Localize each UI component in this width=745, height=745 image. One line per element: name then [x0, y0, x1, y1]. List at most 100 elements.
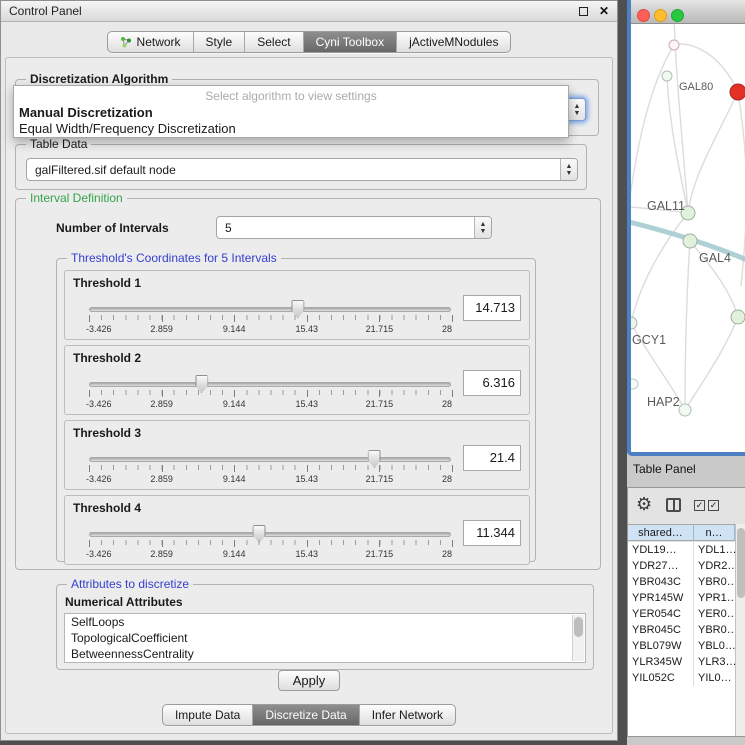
- bottom-tab-group: Impute Data Discretize Data Infer Networ…: [162, 704, 456, 726]
- maximize-traffic-light-icon[interactable]: [671, 9, 684, 22]
- tick-label: 28: [442, 399, 452, 409]
- major-tick: [234, 540, 235, 547]
- network-node-selected-red[interactable]: [730, 84, 745, 100]
- number-of-intervals-spinner[interactable]: 5 ▲▼: [216, 216, 492, 239]
- threshold-1-box: Threshold 1 -3.4262.8599.14415.4321.7152…: [64, 270, 530, 340]
- major-tick: [452, 540, 453, 547]
- table-cell: YLR3…: [694, 654, 735, 670]
- tab-infer-network[interactable]: Infer Network: [359, 705, 455, 725]
- table-row[interactable]: YDR27…YDR2…: [628, 558, 735, 574]
- close-traffic-light-icon[interactable]: [637, 9, 650, 22]
- tab-label: Network: [137, 35, 181, 49]
- network-node[interactable]: [683, 234, 697, 248]
- slider-track[interactable]: [89, 457, 451, 462]
- thresholds-group: Threshold's Coordinates for 5 Intervals …: [56, 258, 536, 562]
- threshold-slider[interactable]: -3.4262.8599.14415.4321.71528: [87, 457, 453, 485]
- slider-tick-labels: -3.4262.8599.14415.4321.71528: [89, 549, 452, 560]
- slider-track[interactable]: [89, 307, 451, 312]
- group-label: Table Data: [26, 137, 91, 151]
- network-graph[interactable]: GAL80 GAL11 GAL4 GCY1 HAP2: [631, 24, 745, 448]
- network-node[interactable]: [669, 40, 679, 50]
- network-node[interactable]: [679, 404, 691, 416]
- dropdown-item-manual-discretization[interactable]: Manual Discretization: [14, 105, 568, 121]
- major-tick: [379, 465, 380, 472]
- apply-button[interactable]: Apply: [278, 670, 341, 691]
- table-scrollbar[interactable]: [735, 524, 745, 736]
- network-window-titlebar[interactable]: [631, 0, 745, 24]
- threshold-value-field[interactable]: 11.344: [463, 520, 521, 546]
- scrollbar-thumb[interactable]: [574, 617, 583, 637]
- major-tick: [379, 390, 380, 397]
- table-row[interactable]: YDL19…YDL1…: [628, 542, 735, 558]
- threshold-value-field[interactable]: 14.713: [463, 295, 521, 321]
- close-icon[interactable]: ✕: [599, 6, 609, 16]
- tab-select[interactable]: Select: [244, 32, 302, 52]
- columns-icon[interactable]: [666, 498, 681, 512]
- combobox-stepper-icon[interactable]: ▲▼: [560, 159, 577, 180]
- control-panel-window: Control Panel ✕ Network Style Select Cyn…: [0, 0, 618, 741]
- major-tick: [307, 315, 308, 322]
- checkbox-icon[interactable]: ✓: [694, 500, 705, 511]
- table-row[interactable]: YLR345WYLR3…: [628, 654, 735, 670]
- scrollbar-thumb[interactable]: [737, 528, 745, 598]
- minimize-traffic-light-icon[interactable]: [654, 9, 667, 22]
- table-cell: YIL052C: [628, 670, 694, 686]
- tab-impute-data[interactable]: Impute Data: [163, 705, 252, 725]
- tick-label: -3.426: [86, 399, 112, 409]
- network-node[interactable]: [731, 310, 745, 324]
- tab-style[interactable]: Style: [193, 32, 245, 52]
- tab-network[interactable]: Network: [108, 32, 193, 52]
- tick-label: 15.43: [296, 549, 319, 559]
- tick-label: 21.715: [366, 324, 394, 334]
- spinner-stepper-icon[interactable]: ▲▼: [474, 217, 491, 238]
- column-header-name[interactable]: n…: [694, 525, 735, 540]
- threshold-slider[interactable]: -3.4262.8599.14415.4321.71528: [87, 307, 453, 335]
- network-node[interactable]: [662, 71, 672, 81]
- network-canvas[interactable]: GAL80 GAL11 GAL4 GCY1 HAP2: [631, 24, 745, 452]
- tab-label: Impute Data: [175, 708, 240, 722]
- threshold-4-box: Threshold 4 -3.4262.8599.14415.4321.7152…: [64, 495, 530, 565]
- combobox-stepper-icon[interactable]: ▲▼: [568, 99, 585, 120]
- table-row[interactable]: YBR045CYBR0…: [628, 622, 735, 638]
- threshold-slider[interactable]: -3.4262.8599.14415.4321.71528: [87, 532, 453, 560]
- tab-label: Cyni Toolbox: [316, 35, 384, 49]
- list-item[interactable]: BetweennessCentrality: [65, 646, 585, 662]
- network-node[interactable]: [631, 379, 638, 389]
- list-item[interactable]: TopologicalCoefficient: [65, 630, 585, 646]
- slider-track[interactable]: [89, 382, 451, 387]
- group-label: Discretization Algorithm: [26, 72, 172, 86]
- table-row[interactable]: YBL079WYBL0…: [628, 638, 735, 654]
- column-header-shared-name[interactable]: shared…: [628, 525, 694, 540]
- tick-label: 15.43: [296, 474, 319, 484]
- table-row[interactable]: YBR043CYBR0…: [628, 574, 735, 590]
- threshold-value-field[interactable]: 6.316: [463, 370, 521, 396]
- dropdown-item-equal-width-frequency[interactable]: Equal Width/Frequency Discretization: [14, 121, 568, 137]
- numerical-attributes-list[interactable]: SelfLoopsTopologicalCoefficientBetweenne…: [64, 613, 586, 663]
- table-row[interactable]: YIL052CYIL0…: [628, 670, 735, 686]
- titlebar[interactable]: Control Panel ✕: [1, 1, 617, 22]
- table-row[interactable]: YPR145WYPR1…: [628, 590, 735, 606]
- tick-label: 15.43: [296, 399, 319, 409]
- group-label: Threshold's Coordinates for 5 Intervals: [67, 251, 281, 265]
- threshold-slider[interactable]: -3.4262.8599.14415.4321.71528: [87, 382, 453, 410]
- tab-jactivemnodules[interactable]: jActiveMNodules: [396, 32, 510, 52]
- threshold-value-field[interactable]: 21.4: [463, 445, 521, 471]
- table-panel-title: Table Panel: [633, 462, 696, 476]
- tick-label: 9.144: [223, 399, 246, 409]
- checkbox-icon[interactable]: ✓: [708, 500, 719, 511]
- slider-track[interactable]: [89, 532, 451, 537]
- list-item[interactable]: SelfLoops: [65, 614, 585, 630]
- table-row[interactable]: YER054CYER0…: [628, 606, 735, 622]
- titlebar-buttons: ✕: [579, 6, 609, 16]
- minimize-icon[interactable]: [579, 7, 588, 16]
- table-cell: YDL19…: [628, 542, 694, 558]
- table-cell: YIL0…: [694, 670, 735, 686]
- table-data-combobox[interactable]: galFiltered.sif default node ▲▼: [26, 158, 578, 181]
- tab-discretize-data[interactable]: Discretize Data: [252, 705, 358, 725]
- tab-cyni-toolbox[interactable]: Cyni Toolbox: [303, 32, 396, 52]
- list-scrollbar[interactable]: [572, 615, 584, 661]
- network-node[interactable]: [631, 317, 637, 329]
- gear-icon[interactable]: ⚙: [636, 494, 652, 514]
- spinner-value: 5: [217, 221, 474, 235]
- dropdown-placeholder: Select algorithm to view settings: [14, 89, 568, 105]
